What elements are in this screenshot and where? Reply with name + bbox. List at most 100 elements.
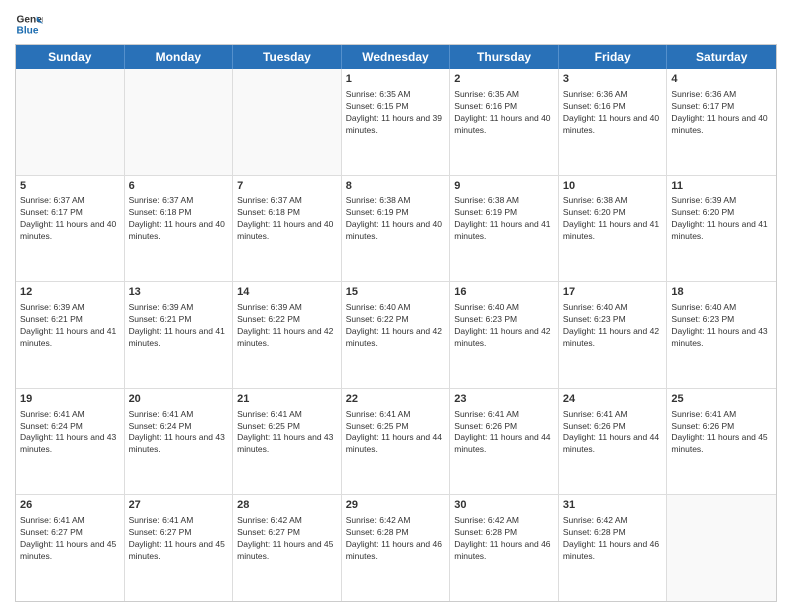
day-info: Sunrise: 6:38 AM Sunset: 6:20 PM Dayligh… (563, 195, 663, 243)
day-number: 28 (237, 498, 337, 513)
logo: General Blue (15, 10, 47, 38)
calendar-cell: 13 Sunrise: 6:39 AM Sunset: 6:21 PM Dayli… (125, 282, 234, 388)
calendar-cell: 25 Sunrise: 6:41 AM Sunset: 6:26 PM Dayli… (667, 389, 776, 495)
day-number: 8 (346, 179, 446, 194)
day-info: Sunrise: 6:41 AM Sunset: 6:27 PM Dayligh… (129, 515, 229, 563)
calendar-cell: 30 Sunrise: 6:42 AM Sunset: 6:28 PM Dayli… (450, 495, 559, 601)
calendar-cell (233, 69, 342, 175)
calendar-cell: 19 Sunrise: 6:41 AM Sunset: 6:24 PM Dayli… (16, 389, 125, 495)
calendar-cell: 12Sunrise: 6:39 AM Sunset: 6:21 PM Dayli… (16, 282, 125, 388)
day-number: 30 (454, 498, 554, 513)
calendar-cell: 8Sunrise: 6:38 AM Sunset: 6:19 PM Daylig… (342, 176, 451, 282)
day-info: Sunrise: 6:41 AM Sunset: 6:25 PM Dayligh… (237, 409, 337, 457)
day-number: 2 (454, 72, 554, 87)
calendar-row-4: 19 Sunrise: 6:41 AM Sunset: 6:24 PM Dayli… (16, 388, 776, 495)
day-number: 1 (346, 72, 446, 87)
day-number: 10 (563, 179, 663, 194)
day-info: Sunrise: 6:36 AM Sunset: 6:17 PM Dayligh… (671, 89, 772, 137)
day-info: Sunrise: 6:37 AM Sunset: 6:18 PM Dayligh… (237, 195, 337, 243)
header-day-thursday: Thursday (450, 45, 559, 69)
calendar-cell: 6Sunrise: 6:37 AM Sunset: 6:18 PM Daylig… (125, 176, 234, 282)
calendar-cell: 15 Sunrise: 6:40 AM Sunset: 6:22 PM Dayli… (342, 282, 451, 388)
day-info: Sunrise: 6:39 AM Sunset: 6:21 PM Dayligh… (20, 302, 120, 350)
day-info: Sunrise: 6:41 AM Sunset: 6:24 PM Dayligh… (129, 409, 229, 457)
day-number: 11 (671, 179, 772, 194)
calendar-row-1: 1 Sunrise: 6:35 AM Sunset: 6:15 PM Daylig… (16, 69, 776, 175)
calendar-cell: 1 Sunrise: 6:35 AM Sunset: 6:15 PM Daylig… (342, 69, 451, 175)
calendar-cell: 24 Sunrise: 6:41 AM Sunset: 6:26 PM Dayli… (559, 389, 668, 495)
header: General Blue (15, 10, 777, 38)
calendar-cell: 23 Sunrise: 6:41 AM Sunset: 6:26 PM Dayli… (450, 389, 559, 495)
day-info: Sunrise: 6:41 AM Sunset: 6:25 PM Dayligh… (346, 409, 446, 457)
day-info: Sunrise: 6:42 AM Sunset: 6:28 PM Dayligh… (346, 515, 446, 563)
day-info: Sunrise: 6:42 AM Sunset: 6:28 PM Dayligh… (454, 515, 554, 563)
day-info: Sunrise: 6:41 AM Sunset: 6:26 PM Dayligh… (671, 409, 772, 457)
calendar-row-3: 12Sunrise: 6:39 AM Sunset: 6:21 PM Dayli… (16, 281, 776, 388)
logo-icon: General Blue (15, 10, 43, 38)
day-number: 3 (563, 72, 663, 87)
day-info: Sunrise: 6:40 AM Sunset: 6:23 PM Dayligh… (454, 302, 554, 350)
calendar-cell: 20Sunrise: 6:41 AM Sunset: 6:24 PM Dayli… (125, 389, 234, 495)
day-number: 21 (237, 392, 337, 407)
day-info: Sunrise: 6:40 AM Sunset: 6:23 PM Dayligh… (563, 302, 663, 350)
header-day-tuesday: Tuesday (233, 45, 342, 69)
day-number: 27 (129, 498, 229, 513)
header-day-sunday: Sunday (16, 45, 125, 69)
calendar-body: 1 Sunrise: 6:35 AM Sunset: 6:15 PM Daylig… (16, 69, 776, 601)
day-number: 4 (671, 72, 772, 87)
day-info: Sunrise: 6:41 AM Sunset: 6:26 PM Dayligh… (563, 409, 663, 457)
header-day-wednesday: Wednesday (342, 45, 451, 69)
header-day-monday: Monday (125, 45, 234, 69)
day-number: 13 (129, 285, 229, 300)
calendar-cell: 17 Sunrise: 6:40 AM Sunset: 6:23 PM Dayli… (559, 282, 668, 388)
day-info: Sunrise: 6:37 AM Sunset: 6:18 PM Dayligh… (129, 195, 229, 243)
day-info: Sunrise: 6:38 AM Sunset: 6:19 PM Dayligh… (454, 195, 554, 243)
calendar-cell: 21 Sunrise: 6:41 AM Sunset: 6:25 PM Dayli… (233, 389, 342, 495)
day-number: 18 (671, 285, 772, 300)
day-number: 25 (671, 392, 772, 407)
calendar-cell: 10Sunrise: 6:38 AM Sunset: 6:20 PM Dayli… (559, 176, 668, 282)
day-info: Sunrise: 6:39 AM Sunset: 6:22 PM Dayligh… (237, 302, 337, 350)
day-number: 17 (563, 285, 663, 300)
calendar-cell: 3 Sunrise: 6:36 AM Sunset: 6:16 PM Daylig… (559, 69, 668, 175)
calendar-cell: 27 Sunrise: 6:41 AM Sunset: 6:27 PM Dayli… (125, 495, 234, 601)
day-info: Sunrise: 6:39 AM Sunset: 6:20 PM Dayligh… (671, 195, 772, 243)
calendar-cell: 18 Sunrise: 6:40 AM Sunset: 6:23 PM Dayli… (667, 282, 776, 388)
calendar-cell: 31Sunrise: 6:42 AM Sunset: 6:28 PM Dayli… (559, 495, 668, 601)
day-number: 7 (237, 179, 337, 194)
day-info: Sunrise: 6:42 AM Sunset: 6:27 PM Dayligh… (237, 515, 337, 563)
day-number: 23 (454, 392, 554, 407)
day-number: 6 (129, 179, 229, 194)
header-day-friday: Friday (559, 45, 668, 69)
day-info: Sunrise: 6:38 AM Sunset: 6:19 PM Dayligh… (346, 195, 446, 243)
calendar-header: SundayMondayTuesdayWednesdayThursdayFrid… (16, 45, 776, 69)
day-info: Sunrise: 6:36 AM Sunset: 6:16 PM Dayligh… (563, 89, 663, 137)
calendar-cell: 16 Sunrise: 6:40 AM Sunset: 6:23 PM Dayli… (450, 282, 559, 388)
day-info: Sunrise: 6:41 AM Sunset: 6:26 PM Dayligh… (454, 409, 554, 457)
day-info: Sunrise: 6:41 AM Sunset: 6:24 PM Dayligh… (20, 409, 120, 457)
day-number: 9 (454, 179, 554, 194)
day-number: 19 (20, 392, 120, 407)
calendar-cell: 7Sunrise: 6:37 AM Sunset: 6:18 PM Daylig… (233, 176, 342, 282)
page: General Blue SundayMondayTuesdayWednesda… (0, 0, 792, 612)
calendar-cell: 5Sunrise: 6:37 AM Sunset: 6:17 PM Daylig… (16, 176, 125, 282)
day-info: Sunrise: 6:40 AM Sunset: 6:22 PM Dayligh… (346, 302, 446, 350)
day-info: Sunrise: 6:40 AM Sunset: 6:23 PM Dayligh… (671, 302, 772, 350)
day-info: Sunrise: 6:37 AM Sunset: 6:17 PM Dayligh… (20, 195, 120, 243)
calendar-cell (16, 69, 125, 175)
day-number: 22 (346, 392, 446, 407)
calendar-cell: 14Sunrise: 6:39 AM Sunset: 6:22 PM Dayli… (233, 282, 342, 388)
day-number: 16 (454, 285, 554, 300)
calendar-row-2: 5Sunrise: 6:37 AM Sunset: 6:17 PM Daylig… (16, 175, 776, 282)
day-info: Sunrise: 6:35 AM Sunset: 6:15 PM Dayligh… (346, 89, 446, 137)
calendar-cell: 29 Sunrise: 6:42 AM Sunset: 6:28 PM Dayli… (342, 495, 451, 601)
day-number: 15 (346, 285, 446, 300)
calendar-row-5: 26 Sunrise: 6:41 AM Sunset: 6:27 PM Dayli… (16, 494, 776, 601)
day-number: 24 (563, 392, 663, 407)
day-number: 26 (20, 498, 120, 513)
calendar-cell: 26Sunrise: 6:41 AM Sunset: 6:27 PM Dayli… (16, 495, 125, 601)
day-info: Sunrise: 6:42 AM Sunset: 6:28 PM Dayligh… (563, 515, 663, 563)
day-number: 29 (346, 498, 446, 513)
header-day-saturday: Saturday (667, 45, 776, 69)
day-info: Sunrise: 6:39 AM Sunset: 6:21 PM Dayligh… (129, 302, 229, 350)
